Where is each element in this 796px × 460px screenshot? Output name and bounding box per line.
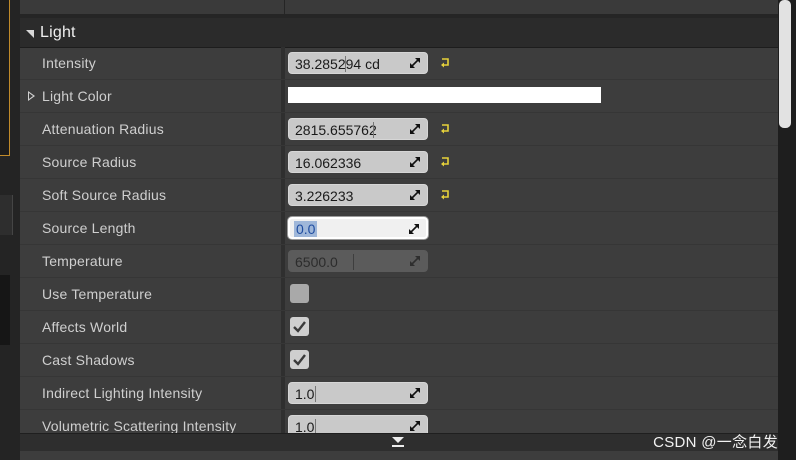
property-label: Volumetric Scattering Intensity (42, 418, 237, 434)
column-splitter[interactable] (281, 179, 285, 211)
column-splitter[interactable] (281, 278, 285, 310)
indirect-lighting-intensity-value: 1.0 (295, 386, 315, 402)
column-splitter[interactable] (281, 377, 285, 409)
column-splitter[interactable] (281, 80, 285, 112)
property-row-affects-world: Affects World (20, 311, 778, 344)
property-row-intensity: Intensity 38.285294 cd (20, 47, 778, 80)
slider-marker (345, 56, 346, 72)
source-radius-input[interactable]: 16.062336 (288, 151, 428, 173)
side-panel-dark (0, 275, 10, 345)
column-splitter[interactable] (281, 344, 285, 376)
column-splitter[interactable] (281, 212, 285, 244)
light-section-header[interactable]: Light (20, 18, 778, 48)
slider-marker (373, 122, 374, 138)
drag-arrows-icon[interactable] (409, 387, 421, 399)
details-panel: Light Intensity 38.285294 cd Light Color… (20, 0, 778, 460)
property-label: Intensity (42, 55, 96, 71)
property-label: Indirect Lighting Intensity (42, 385, 203, 401)
source-length-value: 0.0 (294, 221, 318, 237)
property-label: Source Length (42, 220, 136, 236)
attenuation-radius-input[interactable]: 2815.655762 (288, 118, 428, 140)
column-splitter[interactable] (281, 311, 285, 343)
attenuation-radius-value: 2815.655762 (295, 122, 377, 138)
temperature-input: 6500.0 (288, 250, 428, 272)
property-row-soft-source-radius: Soft Source Radius 3.226233 (20, 179, 778, 212)
checkmark-icon (293, 321, 306, 333)
light-color-swatch[interactable] (288, 87, 601, 103)
indirect-lighting-intensity-input[interactable]: 1.0 (288, 382, 428, 404)
property-row-source-radius: Source Radius 16.062336 (20, 146, 778, 179)
viewport-frame (0, 0, 10, 156)
slider-marker (315, 386, 316, 402)
property-row-light-color: Light Color (20, 80, 778, 113)
property-label: Cast Shadows (42, 352, 135, 368)
property-label: Attenuation Radius (42, 121, 164, 137)
column-splitter[interactable] (281, 146, 285, 178)
source-radius-value: 16.062336 (295, 155, 362, 171)
cast-shadows-checkbox[interactable] (290, 350, 309, 369)
reset-to-default-icon[interactable] (439, 155, 451, 167)
column-splitter[interactable] (281, 47, 285, 79)
show-advanced-underline (392, 445, 404, 447)
property-label: Soft Source Radius (42, 187, 167, 203)
drag-arrows-icon[interactable] (409, 156, 421, 168)
intensity-input[interactable]: 38.285294 cd (288, 52, 428, 74)
scrollbar-track[interactable] (778, 0, 796, 460)
affects-world-checkbox[interactable] (290, 317, 309, 336)
drag-arrows-icon[interactable] (408, 223, 420, 235)
scrollbar-thumb[interactable] (779, 0, 791, 128)
property-label: Temperature (42, 253, 123, 269)
drag-arrows-icon[interactable] (409, 189, 421, 201)
drag-arrows-icon (410, 256, 420, 266)
temperature-value: 6500.0 (295, 254, 338, 270)
soft-source-radius-value: 3.226233 (295, 188, 354, 204)
property-label: Use Temperature (42, 286, 153, 302)
reset-to-default-icon[interactable] (439, 122, 451, 134)
intensity-value: 38.285294 cd (295, 56, 380, 72)
section-title: Light (40, 23, 76, 41)
side-tab[interactable] (0, 195, 13, 235)
show-advanced-icon[interactable] (392, 437, 404, 443)
property-row-temperature: Temperature 6500.0 (20, 245, 778, 278)
expand-arrow-icon[interactable] (28, 91, 35, 101)
property-row-indirect-lighting-intensity: Indirect Lighting Intensity 1.0 (20, 377, 778, 410)
drag-arrows-icon[interactable] (409, 123, 421, 135)
property-label: Source Radius (42, 154, 137, 170)
drag-arrows-icon[interactable] (409, 57, 421, 69)
source-length-input[interactable]: 0.0 (288, 217, 428, 239)
property-list: Intensity 38.285294 cd Light Color Atten… (20, 47, 778, 443)
reset-to-default-icon[interactable] (439, 56, 451, 68)
property-row-source-length: Source Length 0.0 (20, 212, 778, 245)
property-row-cast-shadows: Cast Shadows (20, 344, 778, 377)
reset-to-default-icon[interactable] (439, 188, 451, 200)
use-temperature-checkbox[interactable] (290, 284, 309, 303)
collapse-arrow-icon[interactable] (26, 29, 34, 38)
column-splitter[interactable] (281, 113, 285, 145)
property-row-attenuation-radius: Attenuation Radius 2815.655762 (20, 113, 778, 146)
column-splitter[interactable] (281, 245, 285, 277)
property-label: Affects World (42, 319, 128, 335)
property-label: Light Color (42, 88, 112, 104)
checkmark-icon (293, 354, 306, 366)
slider-marker (353, 254, 354, 270)
column-divider (284, 0, 285, 14)
watermark: CSDN @一念白发 (653, 434, 778, 451)
property-row-use-temperature: Use Temperature (20, 278, 778, 311)
soft-source-radius-input[interactable]: 3.226233 (288, 184, 428, 206)
drag-arrows-icon[interactable] (409, 420, 421, 432)
